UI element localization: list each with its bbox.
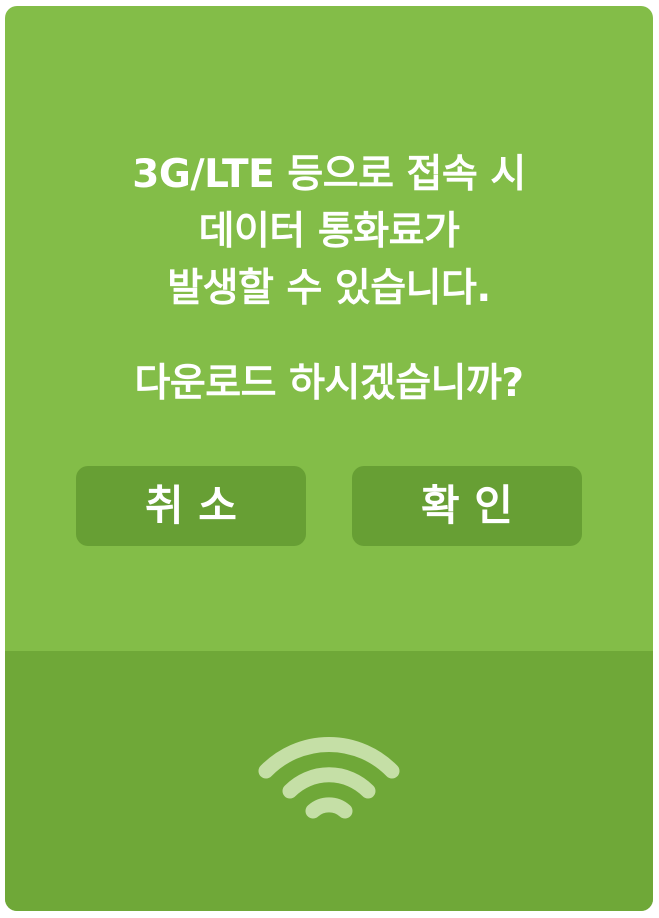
warning-message: 3G/LTE 등으로 접속 시 데이터 통화료가 발생할 수 있습니다. [5,146,653,317]
message-line-1: 3G/LTE 등으로 접속 시 [132,152,526,197]
cancel-button[interactable]: 취 소 [76,466,306,546]
footer-panel [5,651,653,911]
confirm-button[interactable]: 확 인 [352,466,582,546]
wifi-arc-inner [305,797,353,819]
wifi-arc-middle [282,767,376,799]
data-charge-dialog: 3G/LTE 등으로 접속 시 데이터 통화료가 발생할 수 있습니다. 다운로… [5,6,653,911]
download-question: 다운로드 하시겠습니까? [134,361,524,406]
message-line-2: 데이터 통화료가 [198,209,460,254]
message-line-3: 발생할 수 있습니다. [167,266,491,311]
wifi-arc-outer [258,736,400,779]
wifi-icon [258,736,400,819]
